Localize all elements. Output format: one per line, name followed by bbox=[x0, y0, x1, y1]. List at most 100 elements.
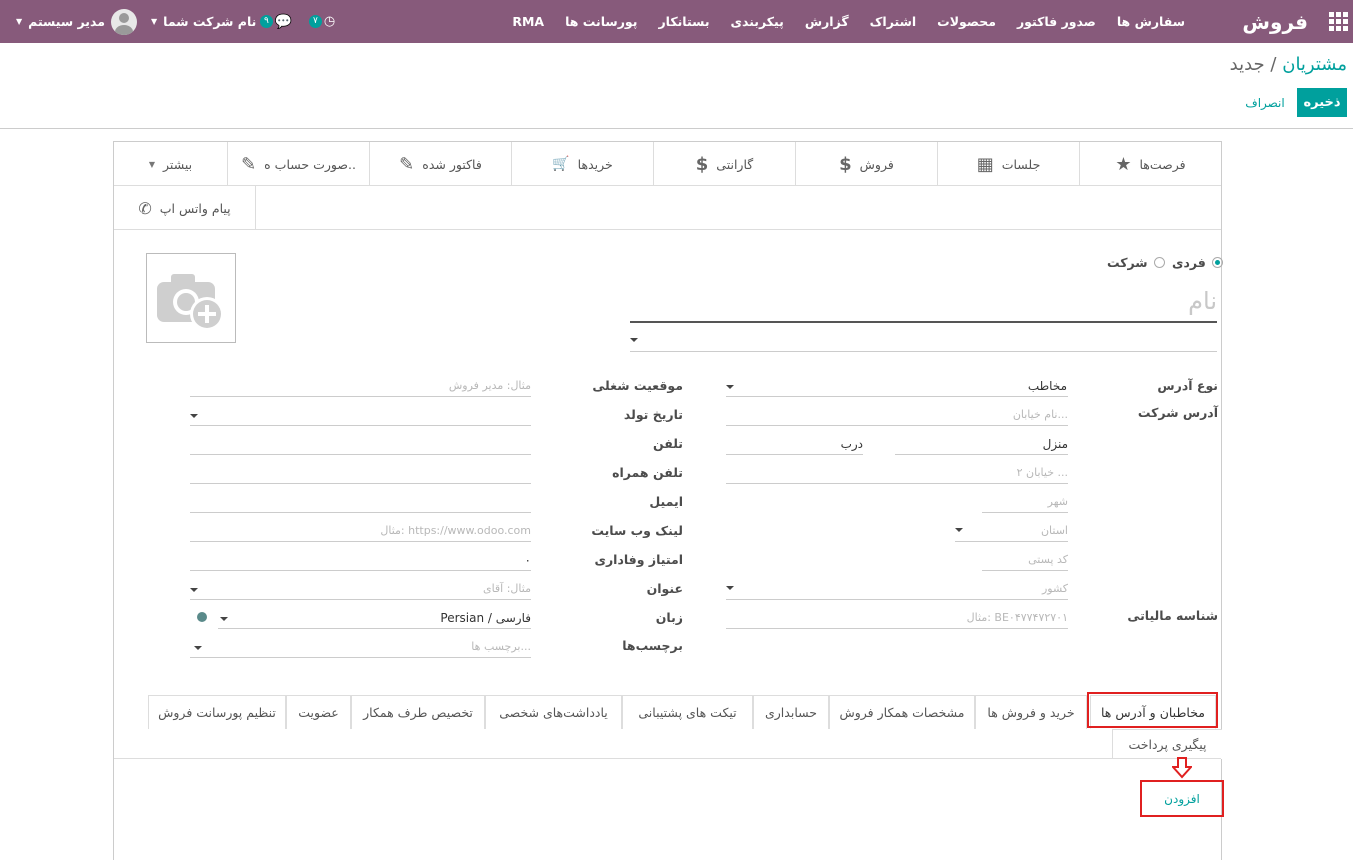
purchases-label: خریدها bbox=[577, 156, 613, 172]
zip-input[interactable]: کد پستی bbox=[982, 549, 1068, 571]
tab-accounting[interactable]: حسابداری bbox=[753, 695, 829, 729]
name-input[interactable]: نام bbox=[630, 280, 1217, 323]
messages-button[interactable]: ۹ 💬 bbox=[260, 0, 292, 43]
parent-company-caret-down-icon bbox=[630, 338, 638, 342]
arrow-down-icon bbox=[1172, 757, 1192, 779]
vat-input[interactable]: مثال: BE۰۴۷۷۴۷۲۷۰۱ bbox=[726, 607, 1068, 629]
title-placeholder: مثال: آقای bbox=[482, 582, 531, 595]
tab-partner-assignment[interactable]: تخصیص طرف همکار bbox=[351, 695, 485, 729]
house-label: منزل bbox=[1042, 436, 1068, 451]
street2-input[interactable]: خیابان ۲ ... bbox=[726, 462, 1068, 484]
country-select[interactable]: کشور bbox=[726, 578, 1068, 600]
apps-menu-button[interactable] bbox=[1329, 0, 1348, 43]
sales-button[interactable]: $ فروش bbox=[795, 142, 937, 186]
address-type-label: نوع آدرس bbox=[1157, 378, 1218, 393]
add-contact-button[interactable]: افزودن bbox=[1140, 780, 1224, 817]
meetings-button[interactable]: ▦ جلسات bbox=[937, 142, 1079, 186]
company-caret-down-icon: ▼ bbox=[151, 17, 158, 26]
job-position-input[interactable]: مثال: مدیر فروش bbox=[190, 375, 531, 397]
breadcrumb-separator: / bbox=[1270, 54, 1277, 75]
language-label: زبان bbox=[655, 610, 683, 625]
menu-item-commissions[interactable]: پورسانت ها bbox=[565, 14, 637, 29]
warranty-button[interactable]: $ گارانتی bbox=[653, 142, 795, 186]
purchases-button[interactable]: 🛒 خریدها bbox=[511, 142, 653, 186]
street-input[interactable]: نام خیابان... bbox=[726, 404, 1068, 426]
birthday-caret-down-icon bbox=[190, 414, 198, 418]
tab-internal-notes[interactable]: یادداشت‌های شخصی bbox=[485, 695, 622, 729]
tab-sales-partner[interactable]: مشخصات همکار فروش bbox=[829, 695, 975, 729]
chat-icon: 💬 bbox=[274, 13, 293, 30]
city-input[interactable]: شهر bbox=[982, 491, 1068, 513]
opportunities-button[interactable]: ★ فرصت‌ها bbox=[1079, 142, 1221, 186]
country-placeholder: کشور bbox=[1041, 582, 1068, 595]
menu-item-reporting[interactable]: گزارش bbox=[805, 14, 849, 29]
job-position-label: موقعیت شغلی bbox=[592, 378, 683, 393]
user-menu[interactable]: ▼ مدیر سیستم bbox=[16, 0, 137, 43]
bills-button[interactable]: ✎ صورت حساب ه.. bbox=[227, 142, 369, 186]
control-panel-divider bbox=[0, 128, 1353, 129]
language-value: Persian / فارسی bbox=[440, 610, 531, 625]
email-input[interactable] bbox=[190, 491, 531, 513]
address-type-value: مخاطب bbox=[1027, 378, 1067, 393]
radio-company-input[interactable] bbox=[1153, 257, 1165, 268]
company-switcher[interactable]: ▼ نام شرکت شما bbox=[151, 0, 256, 43]
menu-item-products[interactable]: محصولات bbox=[937, 14, 996, 29]
address-type-select[interactable]: مخاطب bbox=[726, 375, 1068, 397]
language-select[interactable]: Persian / فارسی bbox=[218, 607, 531, 629]
tags-input[interactable]: برچسب ها... bbox=[190, 636, 531, 658]
tab-support-tickets[interactable]: تیکت های پشتیبانی bbox=[622, 695, 753, 729]
title-select[interactable]: مثال: آقای bbox=[190, 578, 531, 600]
smart-buttons-row-2: ✆ پیام واتس اپ bbox=[114, 186, 1221, 230]
parent-company-select[interactable] bbox=[630, 330, 1217, 352]
website-input[interactable]: مثال: https://www.odoo.com bbox=[190, 520, 531, 542]
star-icon: ★ bbox=[1115, 153, 1132, 175]
more-button[interactable]: ▼ بیشتر bbox=[114, 142, 227, 186]
tab-membership[interactable]: عضویت bbox=[286, 695, 351, 729]
door-label: درب bbox=[840, 436, 863, 451]
tab-commission-settings[interactable]: تنظیم پورسانت فروش bbox=[148, 695, 286, 729]
messages-count-badge: ۹ bbox=[260, 15, 273, 28]
cart-icon: 🛒 bbox=[552, 156, 570, 172]
edit-icon: ✎ bbox=[399, 153, 415, 175]
tab-payment-followup[interactable]: پیگیری پرداخت bbox=[1112, 729, 1222, 759]
name-placeholder: نام bbox=[1188, 286, 1217, 315]
menu-item-orders[interactable]: سفارش ها bbox=[1117, 14, 1185, 29]
company-name: نام شرکت شما bbox=[163, 14, 257, 29]
phone-label: تلفن bbox=[652, 436, 683, 451]
menu-item-subscriptions[interactable]: اشتراک bbox=[870, 14, 917, 29]
menu-item-rma[interactable]: RMA bbox=[512, 14, 544, 29]
meetings-label: جلسات bbox=[1001, 156, 1041, 172]
email-label: ایمیل bbox=[649, 494, 683, 509]
activities-button[interactable]: ۷ ◷ bbox=[309, 0, 335, 43]
birthday-input[interactable] bbox=[190, 404, 531, 426]
radio-company[interactable]: شرکت bbox=[1107, 255, 1165, 270]
user-name: مدیر سیستم bbox=[28, 14, 105, 29]
tab-sales-purchases[interactable]: خرید و فروش ها bbox=[975, 695, 1087, 729]
radio-individual-input[interactable] bbox=[1211, 257, 1223, 268]
door-input[interactable]: درب bbox=[726, 433, 863, 455]
state-select[interactable]: استان bbox=[955, 520, 1068, 542]
menu-item-creditor[interactable]: بستانکار bbox=[658, 14, 709, 29]
vat-label: شناسه مالیاتی bbox=[1127, 608, 1218, 623]
menu-item-configuration[interactable]: پیکربندی bbox=[731, 14, 784, 29]
save-button[interactable]: ذخیره bbox=[1297, 88, 1347, 117]
loyalty-input[interactable]: ۰ bbox=[190, 549, 531, 571]
mobile-input[interactable] bbox=[190, 462, 531, 484]
edit-icon: ✎ bbox=[241, 153, 257, 175]
tags-caret-down-icon bbox=[194, 646, 202, 650]
avatar-upload[interactable] bbox=[146, 253, 236, 343]
phone-input[interactable] bbox=[190, 433, 531, 455]
birthday-label: تاریخ تولد bbox=[623, 407, 683, 422]
invoiced-button[interactable]: ✎ فاکتور شده bbox=[369, 142, 511, 186]
house-input[interactable]: منزل bbox=[895, 433, 1068, 455]
menu-item-invoicing[interactable]: صدور فاکتور bbox=[1017, 14, 1096, 29]
breadcrumb-parent-link[interactable]: مشتریان bbox=[1282, 54, 1347, 75]
tabs-bottom-divider bbox=[114, 758, 1221, 759]
whatsapp-icon: ✆ bbox=[138, 198, 152, 218]
radio-individual[interactable]: فردی bbox=[1172, 255, 1223, 270]
app-brand-title[interactable]: فروش bbox=[1242, 0, 1308, 43]
globe-icon[interactable] bbox=[197, 612, 207, 622]
discard-button[interactable]: انصراف bbox=[1240, 88, 1290, 117]
calendar-icon: ▦ bbox=[976, 153, 994, 175]
whatsapp-button[interactable]: ✆ پیام واتس اپ bbox=[114, 186, 256, 230]
